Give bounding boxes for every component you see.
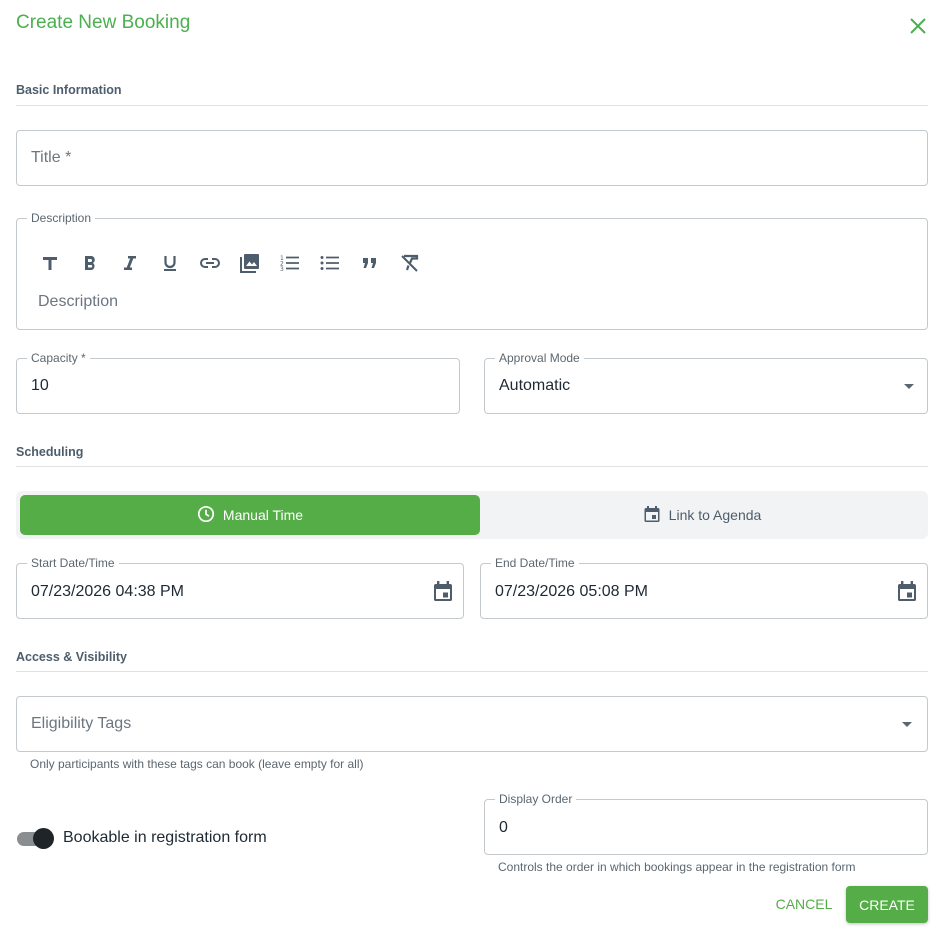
start-datetime-value: 07/23/2026 04:38 PM (31, 583, 185, 600)
eligibility-tags-select[interactable]: Eligibility Tags (16, 696, 928, 752)
bookable-toggle[interactable] (16, 828, 54, 850)
capacity-field[interactable]: Capacity * 10 (16, 352, 460, 414)
clock-icon (197, 505, 215, 526)
calendar-icon[interactable] (432, 580, 454, 607)
section-scheduling: Scheduling (16, 445, 84, 459)
eligibility-tags-placeholder: Eligibility Tags (31, 715, 132, 732)
description-editor[interactable]: Description 123 Description (16, 212, 928, 330)
svg-text:3: 3 (280, 266, 284, 273)
manual-time-label: Manual Time (222, 507, 304, 523)
create-button[interactable]: CREATE (846, 886, 928, 923)
link-to-agenda-label: Link to Agenda (668, 507, 762, 523)
ordered-list-icon[interactable]: 123 (278, 251, 302, 275)
quote-icon[interactable] (358, 251, 382, 275)
italic-icon[interactable] (118, 251, 142, 275)
section-access-visibility: Access & Visibility (16, 650, 127, 664)
end-datetime-value: 07/23/2026 05:08 PM (495, 583, 649, 600)
title-field[interactable]: Title * (16, 130, 928, 186)
approval-mode-value: Automatic (499, 377, 571, 394)
manual-time-button[interactable]: Manual Time (20, 495, 480, 535)
title-placeholder: Title * (31, 149, 72, 166)
toggle-knob (33, 828, 54, 849)
display-order-helper-text: Controls the order in which bookings app… (498, 860, 856, 874)
start-datetime-field[interactable]: Start Date/Time 07/23/2026 04:38 PM (16, 557, 464, 619)
eligibility-helper-text: Only participants with these tags can bo… (30, 757, 364, 771)
display-order-value: 0 (499, 819, 508, 836)
bold-icon[interactable] (78, 251, 102, 275)
scheduling-mode-toggle: Manual Time Link to Agenda (16, 491, 928, 539)
description-placeholder: Description (38, 293, 119, 310)
dialog-title: Create New Booking (16, 12, 191, 33)
close-icon[interactable] (906, 14, 930, 38)
bullet-list-icon[interactable] (318, 251, 342, 275)
end-datetime-field[interactable]: End Date/Time 07/23/2026 05:08 PM (480, 557, 928, 619)
section-basic-information: Basic Information (16, 83, 122, 97)
divider (16, 466, 928, 467)
bookable-label: Bookable in registration form (63, 829, 267, 846)
display-order-label: Display Order (495, 793, 577, 806)
dropdown-arrow-icon (902, 722, 912, 727)
clear-format-icon[interactable] (398, 251, 422, 275)
description-label: Description (27, 212, 96, 225)
dropdown-arrow-icon (904, 384, 914, 389)
capacity-value: 10 (31, 377, 49, 394)
capacity-label: Capacity * (27, 352, 90, 365)
approval-mode-label: Approval Mode (495, 352, 584, 365)
approval-mode-select[interactable]: Approval Mode Automatic (484, 352, 928, 414)
cancel-button[interactable]: CANCEL (770, 886, 838, 922)
divider (16, 671, 928, 672)
text-style-icon[interactable] (38, 251, 62, 275)
divider (16, 105, 928, 106)
underline-icon[interactable] (158, 251, 182, 275)
calendar-icon (643, 505, 661, 526)
link-icon[interactable] (198, 251, 222, 275)
start-datetime-label: Start Date/Time (27, 557, 119, 570)
link-to-agenda-button[interactable]: Link to Agenda (480, 495, 924, 535)
end-datetime-label: End Date/Time (491, 557, 579, 570)
image-icon[interactable] (238, 251, 262, 275)
display-order-field[interactable]: Display Order 0 (484, 793, 928, 855)
calendar-icon[interactable] (896, 580, 918, 607)
